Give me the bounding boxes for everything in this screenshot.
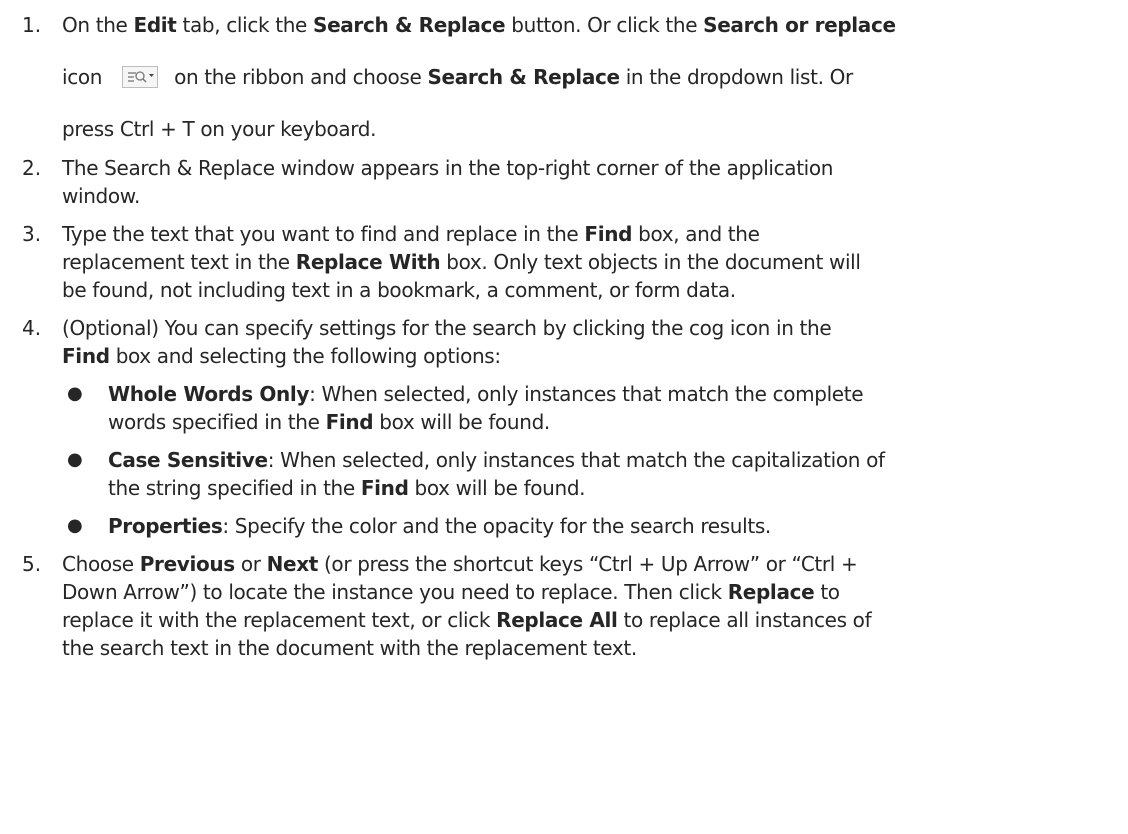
- step-1-line-3: press Ctrl + T on your keyboard.: [62, 117, 377, 141]
- step-2-line-2: window.: [62, 184, 140, 208]
- step-number: 4.: [22, 316, 42, 340]
- step-3-line-2: replacement text in the Replace With box…: [62, 250, 861, 274]
- document: 1. On the Edit tab, click the Search & R…: [0, 0, 1128, 834]
- step-4-line-2: Find box and selecting the following opt…: [62, 344, 501, 368]
- step-number: 3.: [22, 222, 42, 246]
- option-whole-words: Whole Words Only: When selected, only in…: [108, 382, 864, 406]
- step-5-line-1: Choose Previous or Next (or press the sh…: [62, 552, 858, 576]
- step-5-line-2: Down Arrow”) to locate the instance you …: [62, 580, 840, 604]
- step-3-line-1: Type the text that you want to find and …: [62, 222, 760, 246]
- step-3-line-3: be found, not including text in a bookma…: [62, 278, 736, 302]
- option-properties: Properties: Specify the color and the op…: [108, 514, 771, 538]
- option-case-sensitive: Case Sensitive: When selected, only inst…: [108, 448, 885, 472]
- bullet-dot: ●: [67, 449, 83, 470]
- bullet-dot: ●: [67, 383, 83, 404]
- option-whole-words-cont: words specified in the Find box will be …: [108, 410, 550, 434]
- step-2-line-1: The Search & Replace window appears in t…: [62, 156, 834, 180]
- step-number: 2.: [22, 156, 42, 180]
- step-number: 5.: [22, 552, 42, 576]
- step-4-line-1: (Optional) You can specify settings for …: [62, 316, 832, 340]
- bullet-dot: ●: [67, 515, 83, 536]
- step-5-line-4: the search text in the document with the…: [62, 636, 637, 660]
- step-number: 1.: [22, 13, 42, 37]
- option-case-sensitive-cont: the string specified in the Find box wil…: [108, 476, 586, 500]
- search-or-replace-icon: [122, 66, 159, 88]
- step-1-line-2: icon on the ribbon and choose Search & R…: [62, 65, 853, 89]
- step-5-line-3: replace it with the replacement text, or…: [62, 608, 872, 632]
- step-1-line-1: On the Edit tab, click the Search & Repl…: [62, 13, 896, 37]
